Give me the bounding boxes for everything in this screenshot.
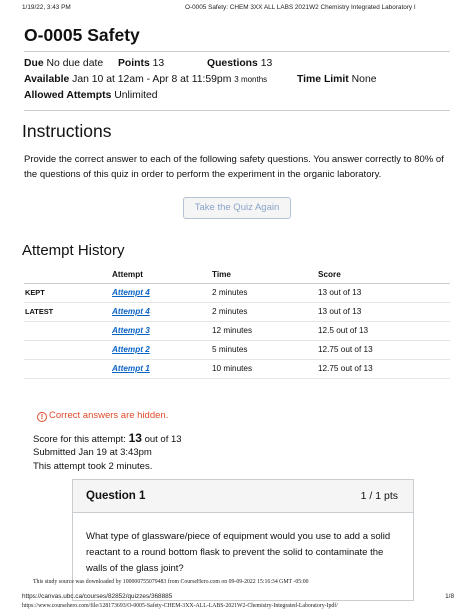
table-header-row: Attempt Time Score: [24, 266, 450, 284]
attempt-tag: [24, 321, 112, 341]
allowed-attempts-label: Allowed Attempts: [24, 90, 112, 101]
print-page-title: O-0005 Safety: CHEM 3XX ALL LABS 2021W2 …: [185, 4, 416, 11]
attempt-duration-line: This attempt took 2 minutes.: [33, 461, 153, 472]
table-row: LATEST Attempt 4 2 minutes 13 out of 13: [24, 302, 450, 322]
question-header: Question 1 1 / 1 pts: [73, 480, 413, 513]
attempt-time: 10 minutes: [212, 359, 318, 379]
table-header-attempt: Attempt: [112, 266, 212, 284]
attempt-tag: [24, 359, 112, 379]
points-label: Points: [118, 58, 150, 69]
instructions-text: Provide the correct answer to each of th…: [24, 154, 444, 180]
available-duration: 3 months: [234, 75, 268, 84]
source-watermark-note: This study source was downloaded by 1000…: [33, 579, 309, 585]
table-header-score: Score: [318, 266, 450, 284]
submitted-line: Submitted Jan 19 at 3:43pm: [33, 447, 152, 458]
print-footer-url: https://canvas.ubc.ca/courses/82852/quiz…: [22, 593, 173, 600]
question-title: Question 1: [86, 490, 146, 502]
attempt-time: 5 minutes: [212, 340, 318, 360]
table-row: Attempt 3 12 minutes 12.5 out of 13: [24, 321, 450, 341]
table-header-time: Time: [212, 266, 318, 284]
score-value: 13: [128, 431, 142, 445]
due-value: No due date: [46, 58, 104, 69]
question-points: 1 / 1 pts: [360, 490, 398, 502]
score-suffix: out of 13: [144, 434, 182, 445]
attempt-tag: [24, 340, 112, 360]
table-row: Attempt 2 5 minutes 12.75 out of 13: [24, 340, 450, 360]
attempt-score: 12.5 out of 13: [318, 321, 450, 341]
print-header: 1/19/22, 3:43 PM O-0005 Safety: CHEM 3XX…: [22, 4, 452, 16]
instructions-heading: Instructions: [22, 121, 112, 141]
print-datetime: 1/19/22, 3:43 PM: [22, 4, 71, 11]
allowed-attempts-meta: Allowed Attempts Unlimited: [24, 90, 158, 101]
attempt-score-line: Score for this attempt: 13 out of 13: [33, 431, 182, 445]
available-meta: Available Jan 10 at 12am - Apr 8 at 11:5…: [24, 74, 267, 85]
quiz-meta-row-1: Due No due date: [24, 58, 103, 69]
table-row: KEPT Attempt 4 2 minutes 13 out of 13: [24, 283, 450, 303]
attempt-time: 2 minutes: [212, 302, 318, 322]
attempt-link[interactable]: Attempt 1: [112, 364, 150, 373]
due-label: Due: [24, 58, 44, 69]
attempt-score: 13 out of 13: [318, 302, 450, 322]
time-limit-value: None: [351, 74, 377, 85]
take-quiz-again-button[interactable]: Take the Quiz Again: [183, 197, 291, 219]
available-value: Jan 10 at 12am - Apr 8 at 11:59pm: [72, 74, 232, 85]
attempt-score: 12.75 out of 13: [318, 340, 450, 360]
table-header-tag: [24, 266, 112, 284]
attempt-score: 13 out of 13: [318, 283, 450, 303]
questions-label: Questions: [207, 58, 258, 69]
attempt-link[interactable]: Attempt 3: [112, 326, 150, 335]
attempt-time: 2 minutes: [212, 283, 318, 303]
attempt-time: 12 minutes: [212, 321, 318, 341]
attempt-link[interactable]: Attempt 4: [112, 307, 150, 316]
title-divider: [24, 51, 450, 52]
warning-icon: !: [37, 412, 47, 422]
points-value: 13: [152, 58, 165, 69]
attempt-link[interactable]: Attempt 2: [112, 345, 150, 354]
attempt-history-table: Attempt Time Score KEPT Attempt 4 2 minu…: [24, 266, 450, 379]
coursehero-url: https://www.coursehero.com/file/12817369…: [22, 603, 338, 609]
allowed-attempts-value: Unlimited: [114, 90, 158, 101]
time-limit-meta: Time Limit None: [297, 74, 377, 85]
attempt-tag: KEPT: [24, 283, 112, 303]
available-label: Available: [24, 74, 70, 85]
score-prefix: Score for this attempt:: [33, 434, 126, 445]
meta-divider: [24, 110, 450, 111]
attempt-history-heading: Attempt History: [22, 242, 125, 259]
attempt-tag: LATEST: [24, 302, 112, 322]
print-footer-page: 1/8: [445, 593, 454, 600]
questions-value: 13: [260, 58, 273, 69]
hidden-notice-text: Correct answers are hidden.: [49, 410, 169, 421]
points-meta: Points 13: [118, 58, 164, 69]
questions-meta: Questions 13: [207, 58, 272, 69]
attempt-link[interactable]: Attempt 4: [112, 288, 150, 297]
question-text: What type of glassware/piece of equipmen…: [86, 531, 391, 574]
attempt-score: 12.75 out of 13: [318, 359, 450, 379]
quiz-title: O-0005 Safety: [24, 25, 140, 45]
correct-answers-hidden-notice: ! Correct answers are hidden.: [37, 410, 168, 422]
time-limit-label: Time Limit: [297, 74, 349, 85]
table-row: Attempt 1 10 minutes 12.75 out of 13: [24, 359, 450, 379]
